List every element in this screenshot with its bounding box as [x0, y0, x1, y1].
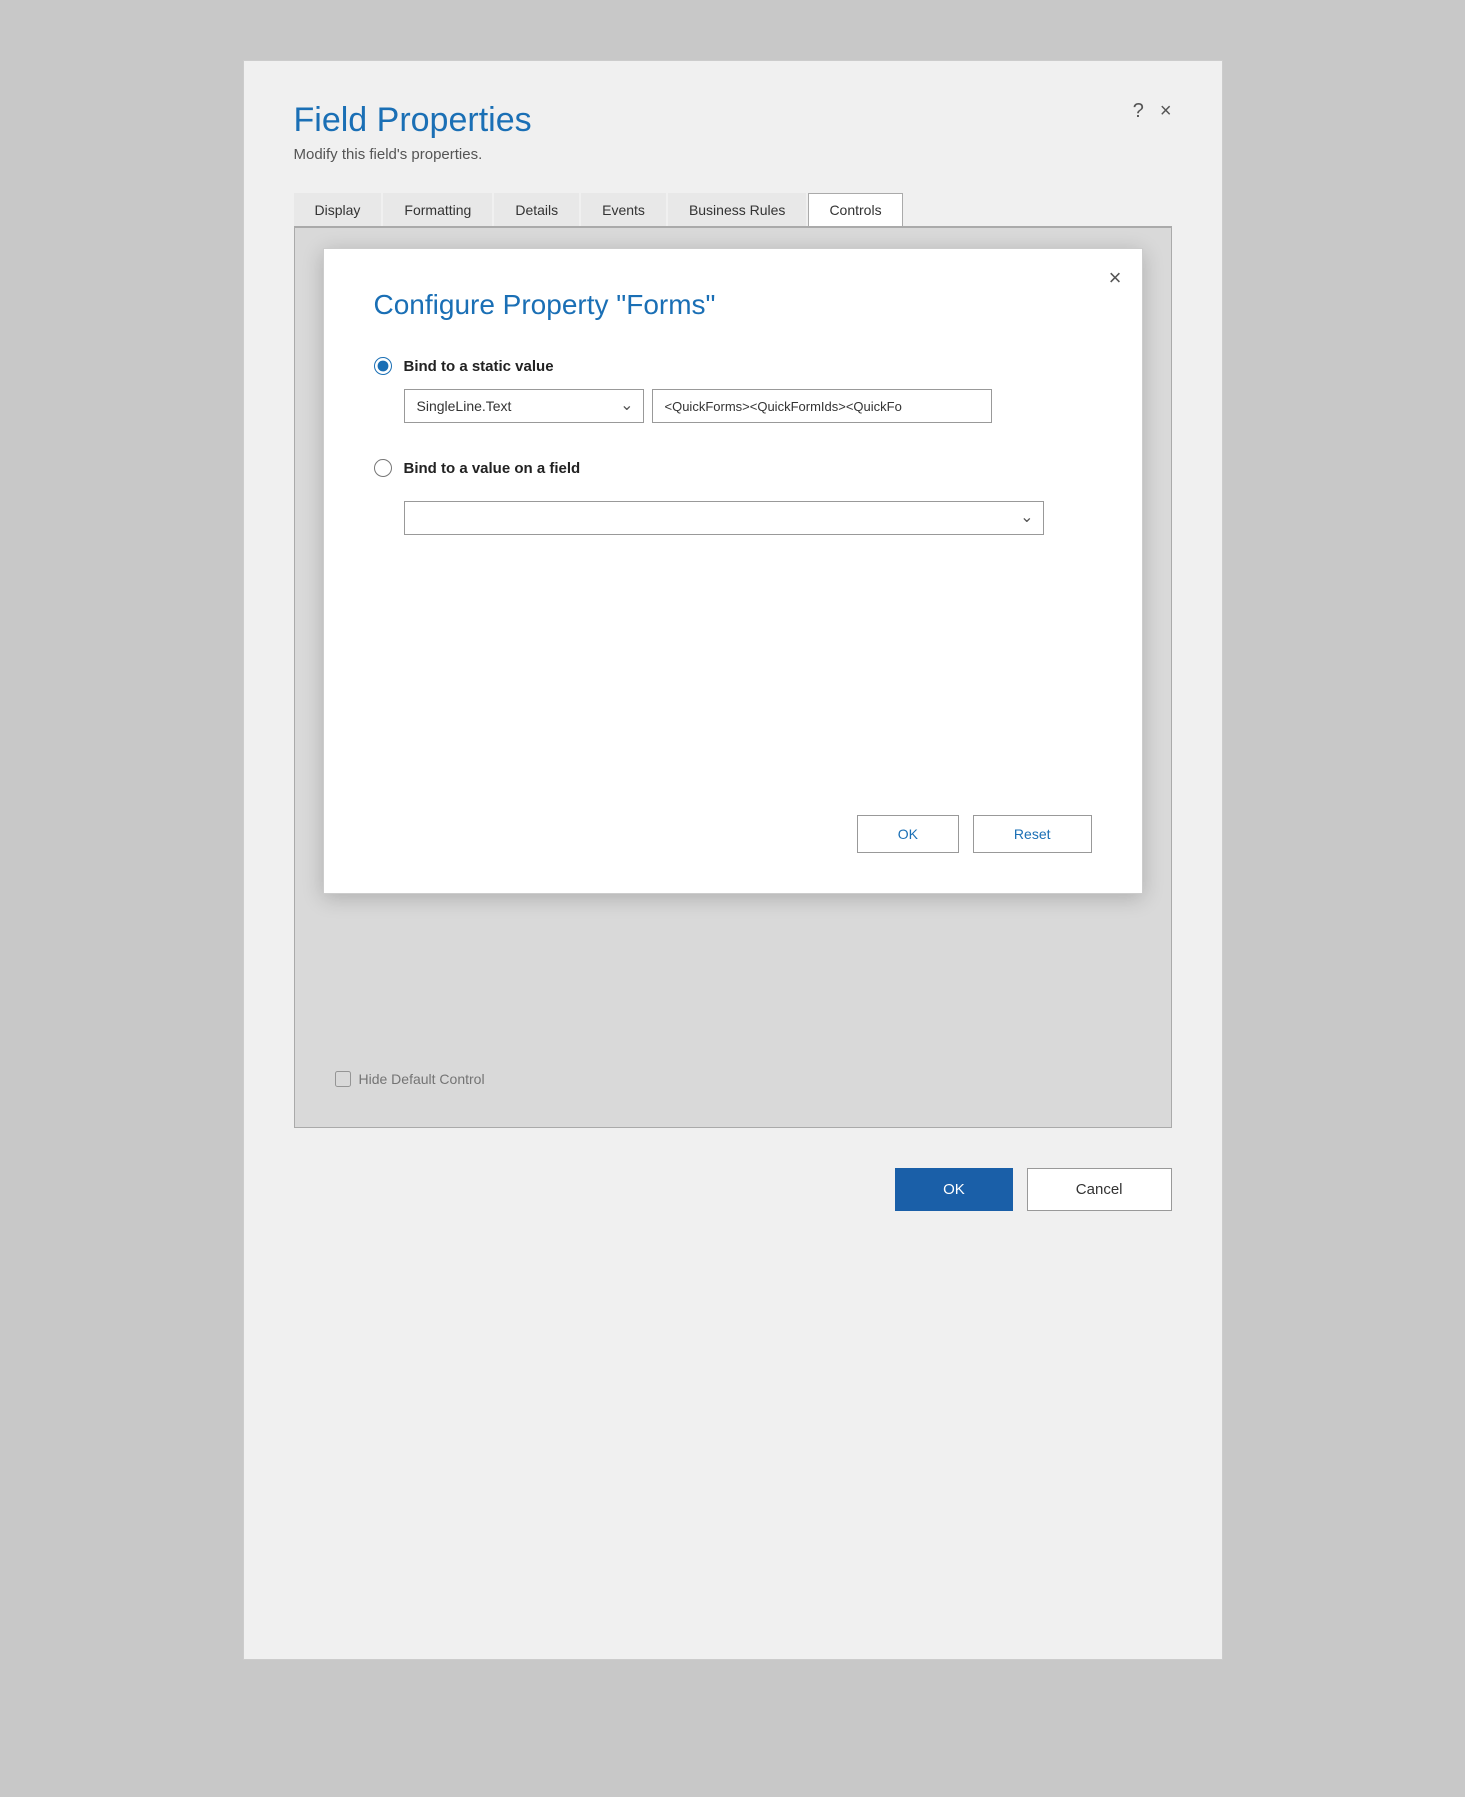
help-button[interactable]: ? — [1133, 101, 1144, 121]
bind-field-radio[interactable] — [374, 459, 392, 477]
modal-ok-button[interactable]: OK — [857, 815, 959, 853]
panel-subtitle: Modify this field's properties. — [294, 146, 1172, 163]
field-properties-panel: Field Properties Modify this field's pro… — [243, 60, 1223, 1660]
modal-overlay: × Configure Property "Forms" Bind to a s… — [295, 228, 1171, 1127]
bind-static-label: Bind to a static value — [404, 358, 554, 375]
modal-title: Configure Property "Forms" — [374, 289, 1092, 321]
tab-details[interactable]: Details — [494, 193, 579, 226]
option2-row: Bind to a value on a field — [374, 459, 1092, 477]
bind-static-radio[interactable] — [374, 357, 392, 375]
tab-content: × Configure Property "Forms" Bind to a s… — [294, 228, 1172, 1128]
bind-field-label: Bind to a value on a field — [404, 460, 581, 477]
tab-controls[interactable]: Controls — [808, 193, 902, 226]
close-panel-button[interactable]: × — [1160, 101, 1172, 121]
tab-display[interactable]: Display — [294, 193, 382, 226]
modal-close-button[interactable]: × — [1109, 265, 1122, 291]
static-value-inputs: SingleLine.Text Multiple Boolean Integer — [404, 389, 1092, 423]
modal-reset-button[interactable]: Reset — [973, 815, 1092, 853]
tab-events[interactable]: Events — [581, 193, 666, 226]
configure-property-modal: × Configure Property "Forms" Bind to a s… — [323, 248, 1143, 894]
bottom-action-bar: OK Cancel — [294, 1168, 1172, 1211]
modal-footer: OK Reset — [374, 815, 1092, 853]
cancel-button[interactable]: Cancel — [1027, 1168, 1172, 1211]
tab-bar: Display Formatting Details Events Busine… — [294, 193, 1172, 228]
type-select-wrapper: SingleLine.Text Multiple Boolean Integer — [404, 389, 644, 423]
ok-button[interactable]: OK — [895, 1168, 1013, 1211]
panel-title: Field Properties — [294, 101, 1172, 140]
tab-formatting[interactable]: Formatting — [383, 193, 492, 226]
panel-actions: ? × — [1133, 101, 1172, 121]
tab-business-rules[interactable]: Business Rules — [668, 193, 807, 226]
field-dropdown[interactable] — [404, 501, 1044, 535]
panel-header: Field Properties Modify this field's pro… — [294, 101, 1172, 163]
static-value-input[interactable] — [652, 389, 992, 423]
field-dropdown-wrapper — [404, 501, 1044, 535]
type-dropdown[interactable]: SingleLine.Text Multiple Boolean Integer — [404, 389, 644, 423]
option1-row: Bind to a static value — [374, 357, 1092, 375]
